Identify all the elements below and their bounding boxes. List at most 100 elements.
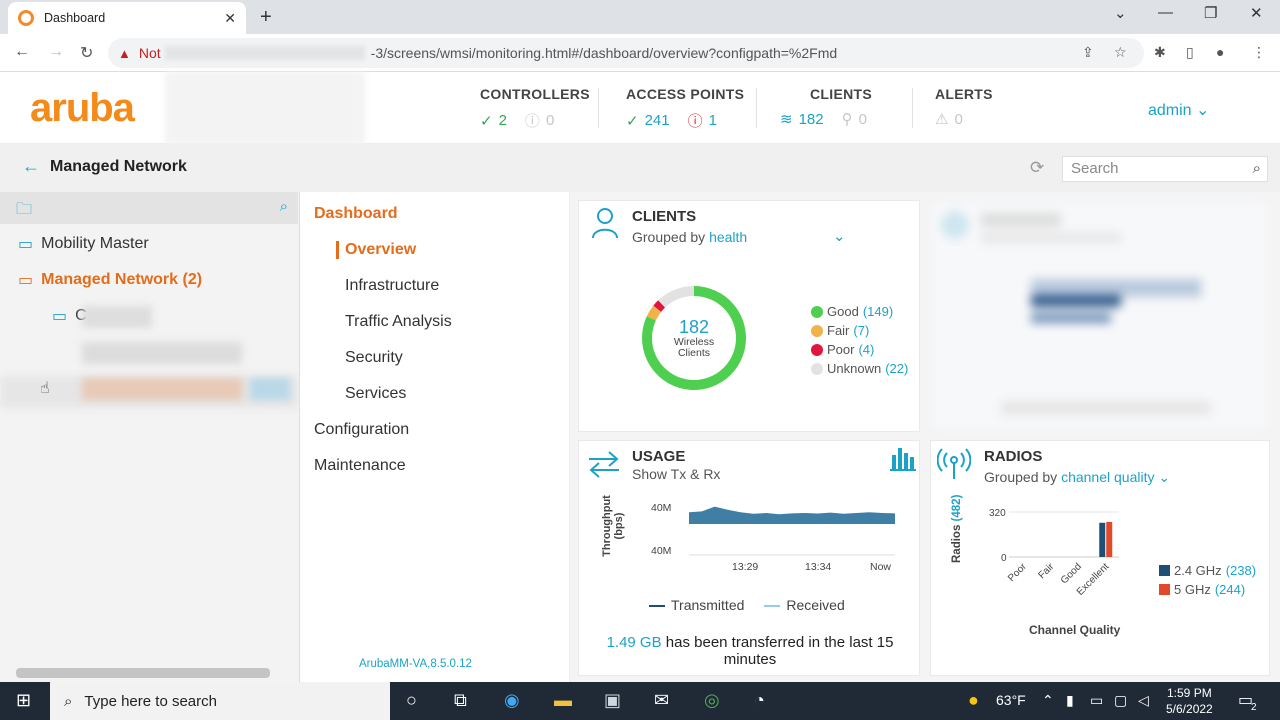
legend-poor[interactable]: Poor (4) (811, 340, 908, 359)
tree-node-label: Mobility Master (41, 235, 149, 252)
usage-ytick-bottom: 40M (651, 545, 672, 557)
stat-divider (598, 88, 599, 128)
plug-icon: ⚲ (841, 111, 853, 128)
radios-bar-excellent[interactable] (1099, 522, 1106, 557)
taskbar-clock[interactable]: 1:59 PM 5/6/2022 (1166, 685, 1213, 717)
url-input[interactable]: ▲ Not -3/screens/wmsi/monitoring.html#/d… (108, 38, 1144, 68)
alert-circle-icon: ⓘ (687, 113, 703, 130)
tree-node-managed-network[interactable]: ▭ Managed Network (2) (18, 270, 202, 290)
folder-collapse-icon[interactable]: 🗀 (16, 198, 32, 225)
breadcrumb-title[interactable]: Managed Network (50, 158, 187, 176)
mail-icon[interactable]: ✉ (654, 690, 669, 711)
legend-unknown[interactable]: Unknown (22) (811, 359, 908, 378)
tree-node-mobility-master[interactable]: ▭ Mobility Master (18, 234, 149, 254)
weather-temp[interactable]: 63°F (996, 692, 1026, 708)
clients-label: CLIENTS (810, 86, 872, 102)
windows-start-icon[interactable]: ⊞ (16, 690, 31, 711)
access-points-down[interactable]: ⓘ 1 (688, 110, 717, 131)
legend-good[interactable]: Good (149) (811, 302, 908, 321)
edge-icon[interactable]: ◉ (504, 690, 520, 711)
tray-chevron-icon[interactable]: ⌃ (1042, 692, 1054, 709)
controllers-down[interactable]: ⓘ 0 (525, 110, 554, 131)
group-by-value[interactable]: health (709, 229, 747, 245)
volume-icon[interactable]: ◁ (1138, 692, 1149, 709)
back-arrow-icon[interactable]: ← (22, 156, 40, 177)
donut-center-label-2: Clients (677, 347, 711, 359)
controllers-ok[interactable]: ✓ 2 (480, 110, 507, 131)
clients-wired[interactable]: ⚲ 0 (841, 110, 867, 129)
tab-close-icon[interactable]: ✕ (224, 10, 236, 27)
legend-swatch (1159, 584, 1170, 595)
forward-icon[interactable]: → (48, 43, 64, 61)
taskbar-search-input[interactable]: ⌕ Type here to search (50, 682, 390, 720)
file-explorer-icon[interactable]: ▬ (554, 690, 572, 711)
radios-bar-excellent[interactable] (1106, 521, 1113, 557)
clients-grouped-by[interactable]: Grouped by health (632, 229, 747, 245)
group-by-value[interactable]: channel quality (1061, 469, 1154, 485)
radios-xlabel: Channel Quality (1029, 623, 1121, 637)
legend-fair[interactable]: Fair (7) (811, 321, 908, 340)
access-points-ok[interactable]: ✓ 241 (626, 110, 670, 131)
menu-traffic-analysis[interactable]: Traffic Analysis (345, 313, 452, 331)
clients-card-title: CLIENTS (632, 208, 697, 225)
radios-grouped-by[interactable]: Grouped by channel quality ⌄ (984, 469, 1170, 486)
tab-search-icon[interactable]: ⌄ (1114, 4, 1127, 22)
battery-icon[interactable]: ▭ (1090, 692, 1103, 709)
radios-legend: 2.4 GHz (238) 5 GHz (244) (1159, 561, 1256, 599)
menu-overview[interactable]: Overview (336, 241, 416, 259)
store-icon[interactable]: ▣ (604, 690, 621, 711)
app-icon[interactable]: ◔ (754, 690, 765, 711)
bar-chart-icon[interactable] (890, 445, 916, 471)
mic-icon[interactable]: ▮ (1066, 692, 1074, 709)
user-menu[interactable]: admin ⌄ (1148, 100, 1209, 120)
side-panel-icon[interactable]: ▯ (1186, 44, 1194, 61)
alerts-stat[interactable]: ALERTS ⚠ 0 (935, 86, 993, 128)
legend-5ghz[interactable]: 5 GHz (244) (1159, 580, 1256, 599)
task-view-icon[interactable]: ⧉ (454, 690, 467, 711)
window-close-icon[interactable]: ✕ (1250, 4, 1263, 22)
menu-services[interactable]: Services (345, 385, 406, 403)
bookmark-star-icon[interactable]: ☆ (1114, 44, 1127, 61)
network-icon[interactable]: ▢ (1114, 692, 1127, 709)
chevron-down-icon[interactable]: ⌄ (1158, 469, 1170, 485)
refresh-icon[interactable]: ⟳ (1030, 158, 1044, 178)
legend-2-4ghz[interactable]: 2.4 GHz (238) (1159, 561, 1256, 580)
scrollbar-thumb[interactable] (16, 668, 270, 678)
search-icon[interactable]: ⌕ (1253, 160, 1261, 177)
browser-tab[interactable]: Dashboard ✕ (8, 2, 246, 34)
controllers-stat[interactable]: CONTROLLERS ✓ 2 ⓘ 0 (480, 86, 590, 131)
profile-avatar-icon[interactable]: ● (1216, 44, 1224, 60)
donut-slice-unknown[interactable] (658, 286, 694, 308)
menu-dashboard[interactable]: Dashboard (314, 205, 398, 223)
legend-transmitted[interactable]: Transmitted (649, 597, 744, 613)
clients-wireless[interactable]: ≋ 182 (780, 110, 824, 129)
search-input[interactable]: Search ⌕ (1062, 156, 1268, 182)
weather-sun-icon[interactable]: ● (968, 690, 979, 711)
menu-configuration[interactable]: Configuration (314, 421, 409, 439)
menu-kebab-icon[interactable]: ⋮ (1252, 44, 1266, 61)
menu-infrastructure[interactable]: Infrastructure (345, 277, 439, 295)
access-points-stat[interactable]: ACCESS POINTS ✓ 241 ⓘ 1 (626, 86, 744, 131)
alerts-count[interactable]: ⚠ 0 (935, 110, 963, 129)
chevron-down-icon[interactable]: ⌄ (833, 227, 846, 245)
minimize-icon[interactable]: — (1158, 4, 1173, 21)
menu-security[interactable]: Security (345, 349, 403, 367)
legend-count: (149) (862, 304, 894, 319)
redacted-node (82, 342, 242, 364)
radios-ylabel-text: Radios (951, 524, 963, 563)
redacted-card (930, 200, 1270, 432)
tree-search-icon[interactable]: ⌕ (280, 198, 288, 215)
restore-icon[interactable]: ❐ (1204, 4, 1217, 22)
back-icon[interactable]: ← (14, 43, 30, 61)
share-icon[interactable]: ⇪ (1082, 44, 1094, 61)
tree-horizontal-scrollbar[interactable] (0, 666, 298, 680)
new-tab-icon[interactable]: + (260, 6, 272, 29)
stat-divider (756, 88, 757, 128)
clients-stat[interactable]: CLIENTS ≋ 182 ⚲ 0 (780, 86, 872, 129)
legend-received[interactable]: Received (764, 597, 845, 613)
extensions-icon[interactable]: ✱ (1154, 44, 1166, 61)
reload-icon[interactable]: ↻ (80, 43, 93, 63)
chrome-icon[interactable]: ◎ (704, 690, 720, 711)
menu-maintenance[interactable]: Maintenance (314, 457, 406, 475)
cortana-icon[interactable]: ○ (406, 690, 417, 711)
